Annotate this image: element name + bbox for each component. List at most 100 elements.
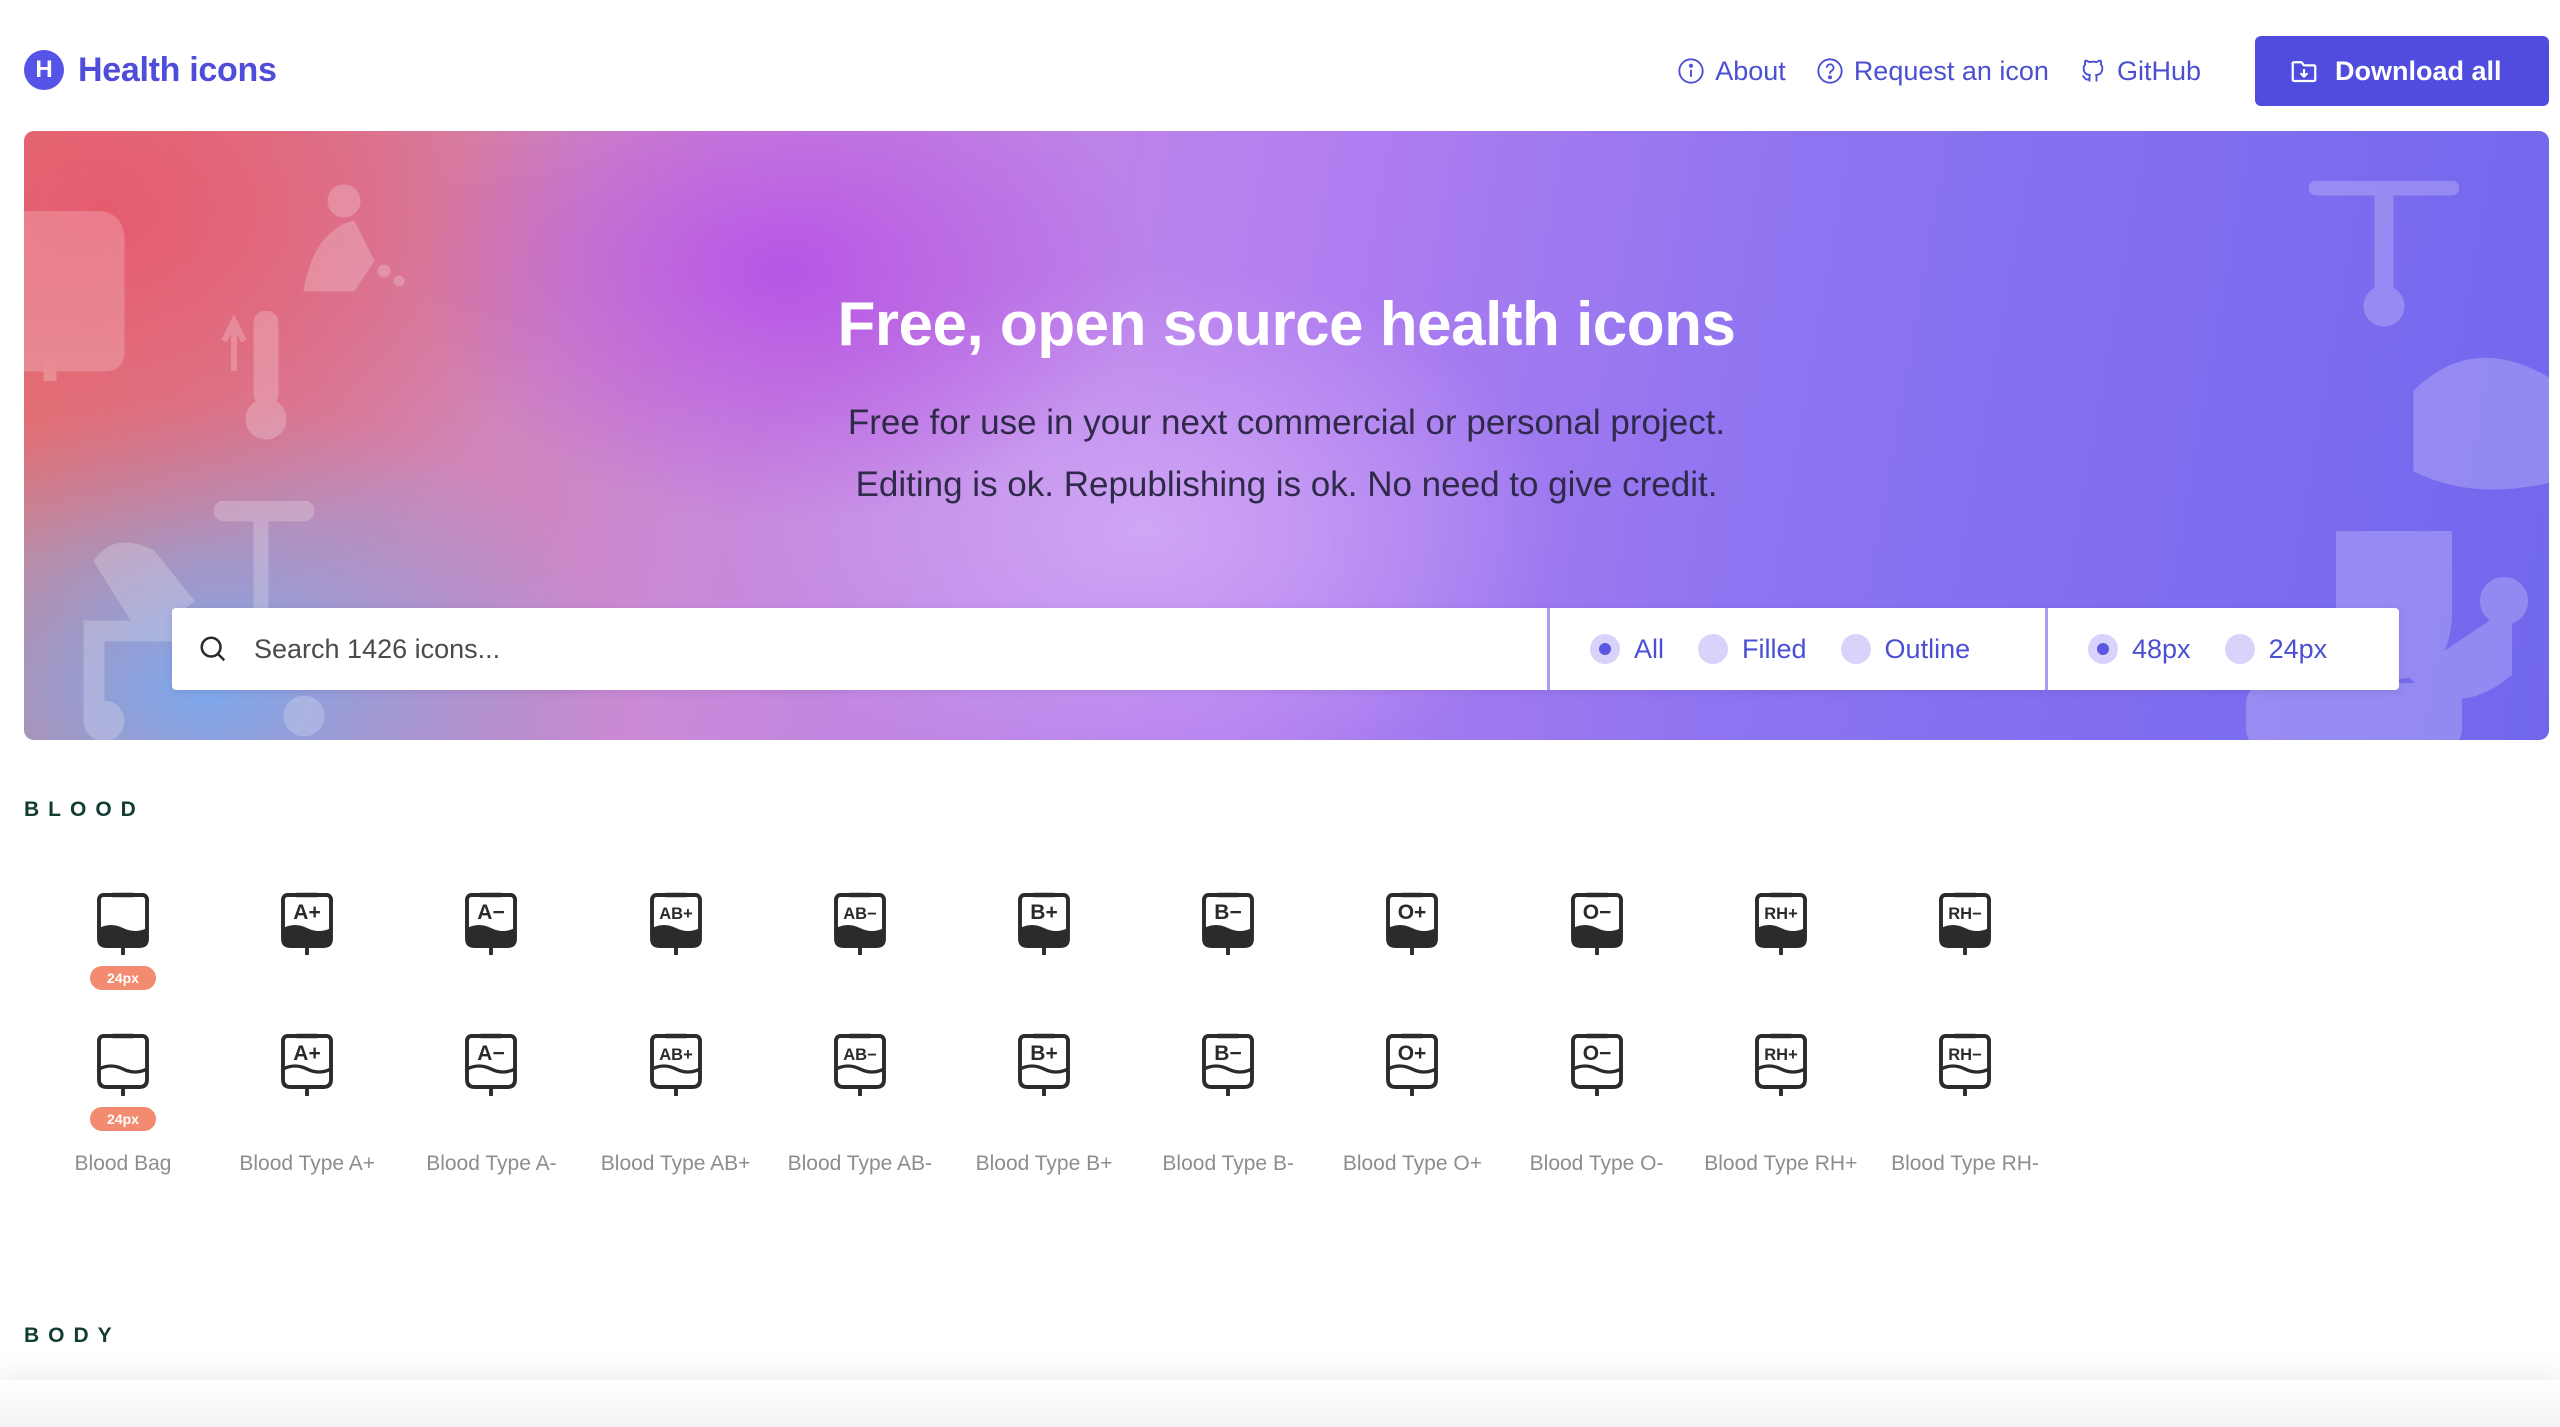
svg-text:RH+: RH+ <box>1764 905 1797 923</box>
filled-icon-button[interactable]: O+ <box>1376 886 1448 958</box>
svg-text:O+: O+ <box>1398 901 1427 924</box>
svg-text:B−: B− <box>1214 901 1241 924</box>
svg-text:A+: A+ <box>293 901 320 924</box>
icon-label: Blood Type B+ <box>975 1152 1113 1175</box>
section-title-body: BODY <box>24 1324 121 1347</box>
outline-icon-button[interactable]: AB+ <box>640 1027 712 1099</box>
filled-icon-button[interactable]: RH+ <box>1745 886 1817 958</box>
filled-icon-button[interactable]: A− <box>455 886 527 958</box>
svg-text:O−: O− <box>1582 1042 1611 1065</box>
size-radio-48-label: 48px <box>2132 633 2191 664</box>
blood-bag-icon: B− <box>1202 892 1255 955</box>
blood-bag-icon: RH+ <box>1754 1033 1807 1096</box>
hero-subtitle-line2: Editing is ok. Republishing is ok. No ne… <box>855 465 1718 504</box>
nav-request-link[interactable]: Request an icon <box>1816 56 2049 87</box>
style-radio-outline[interactable]: Outline <box>1840 633 1971 665</box>
blood-bag-icon: A− <box>465 1033 518 1096</box>
blood-bag-icon: A− <box>465 892 518 955</box>
icon-label: Blood Bag <box>74 1152 172 1175</box>
style-radio-outline-label: Outline <box>1884 633 1971 664</box>
blood-bag-icon <box>97 1033 149 1096</box>
size-radio-24-label: 24px <box>2268 633 2328 664</box>
size-badge: 24px <box>90 966 156 990</box>
outline-icon-button[interactable]: B+ <box>1008 1027 1080 1099</box>
radio-selected-icon <box>2088 634 2118 664</box>
nav-github-link[interactable]: GitHub <box>2079 56 2201 87</box>
github-icon <box>2081 59 2104 82</box>
filled-icon-button[interactable]: B− <box>1192 886 1264 958</box>
search-input[interactable] <box>172 608 1547 690</box>
svg-text:A−: A− <box>478 901 505 924</box>
size-radio-48[interactable]: 48px <box>2088 634 2191 665</box>
icon-label: Blood Type A- <box>426 1152 557 1175</box>
logo-mark-icon: H <box>24 50 64 90</box>
icon-label: Blood Type AB- <box>787 1152 932 1175</box>
style-radio-all[interactable]: All <box>1590 634 1664 665</box>
search-field <box>172 608 1550 690</box>
blood-bag-icon: AB− <box>833 892 886 955</box>
blood-bag-icon: O+ <box>1386 892 1439 955</box>
outline-icon-button[interactable]: RH+ <box>1745 1027 1817 1099</box>
outline-icon-button[interactable]: A+ <box>271 1027 343 1099</box>
icon-label: Blood Type B- <box>1162 1152 1294 1175</box>
filled-icon-button[interactable]: AB+ <box>640 886 712 958</box>
svg-text:A+: A+ <box>293 1042 320 1065</box>
filled-icon-button[interactable]: B+ <box>1008 886 1080 958</box>
blood-bag-icon: B− <box>1202 1033 1255 1096</box>
svg-text:B−: B− <box>1214 1042 1241 1065</box>
nav-about-link[interactable]: About <box>1677 56 1786 87</box>
outline-icon-button[interactable]: O− <box>1561 1027 1633 1099</box>
nav-about-label: About <box>1715 55 1786 86</box>
style-radio-all-label: All <box>1634 633 1665 664</box>
radio-unselected-icon <box>2224 634 2255 664</box>
blood-bag-icon: A+ <box>281 892 334 955</box>
blood-bag-icon: AB+ <box>649 892 702 955</box>
logo-link[interactable]: H Health icons <box>24 50 277 90</box>
outline-icon-button[interactable]: AB− <box>824 1027 896 1099</box>
section-title-blood: BLOOD <box>24 798 145 821</box>
blood-bag-icon: A+ <box>281 1033 334 1096</box>
filled-icon-button[interactable]: RH− <box>1929 886 2001 958</box>
outline-icon-button[interactable]: O+ <box>1376 1027 1448 1099</box>
style-radio-filled[interactable]: Filled <box>1698 634 1807 665</box>
svg-text:AB+: AB+ <box>659 1046 692 1064</box>
size-radio-24[interactable]: 24px <box>2224 633 2328 665</box>
blood-bag-icon: AB− <box>833 1033 886 1096</box>
outline-icon-button[interactable]: RH− <box>1929 1027 2001 1099</box>
top-header: H Health icons About Request an icon Git… <box>0 0 2560 132</box>
blood-bag-icon: RH− <box>1939 1033 1991 1096</box>
blood-bag-icon <box>97 892 149 955</box>
outline-icon-button[interactable]: B− <box>1192 1027 1264 1099</box>
hero-title: Free, open source health icons <box>837 290 1736 359</box>
size-filter-group: 48px 24px <box>2048 608 2399 690</box>
style-radio-filled-label: Filled <box>1742 633 1807 664</box>
blood-bag-icon: RH− <box>1939 892 1991 955</box>
nav-request-label: Request an icon <box>1853 55 2049 86</box>
svg-text:AB−: AB− <box>843 1046 876 1064</box>
blood-bag-icon: RH+ <box>1754 892 1807 955</box>
svg-text:O−: O− <box>1582 901 1611 924</box>
icon-label: Blood Type A+ <box>239 1152 375 1175</box>
filled-icon-button[interactable]: O− <box>1561 886 1633 958</box>
nav-github-label: GitHub <box>2116 55 2201 86</box>
blood-bag-icon: O− <box>1570 892 1623 955</box>
svg-text:B+: B+ <box>1030 1042 1057 1065</box>
filled-icon-button[interactable]: A+ <box>271 886 343 958</box>
svg-text:O+: O+ <box>1398 1042 1427 1065</box>
blood-bag-icon: AB+ <box>649 1033 702 1096</box>
outline-icon-button[interactable]: A− <box>455 1027 527 1099</box>
question-icon <box>1817 58 1843 84</box>
blood-bag-icon: B+ <box>1018 892 1070 955</box>
download-all-button[interactable]: Download all <box>2255 36 2549 106</box>
filled-icon-button[interactable] <box>87 886 159 958</box>
icon-label: Blood Type O- <box>1529 1152 1664 1175</box>
svg-text:RH+: RH+ <box>1764 1046 1797 1064</box>
icon-label: Blood Type RH+ <box>1704 1152 1858 1175</box>
logo-text: Health icons <box>78 50 277 89</box>
radio-unselected-icon <box>1840 634 1871 664</box>
filled-icon-button[interactable]: AB− <box>824 886 896 958</box>
blood-bag-icon: O+ <box>1386 1033 1439 1096</box>
search-bar: All Filled Outline 48px 24px <box>172 608 2399 690</box>
outline-icon-button[interactable] <box>87 1027 159 1099</box>
person-decor-icon <box>303 184 405 292</box>
